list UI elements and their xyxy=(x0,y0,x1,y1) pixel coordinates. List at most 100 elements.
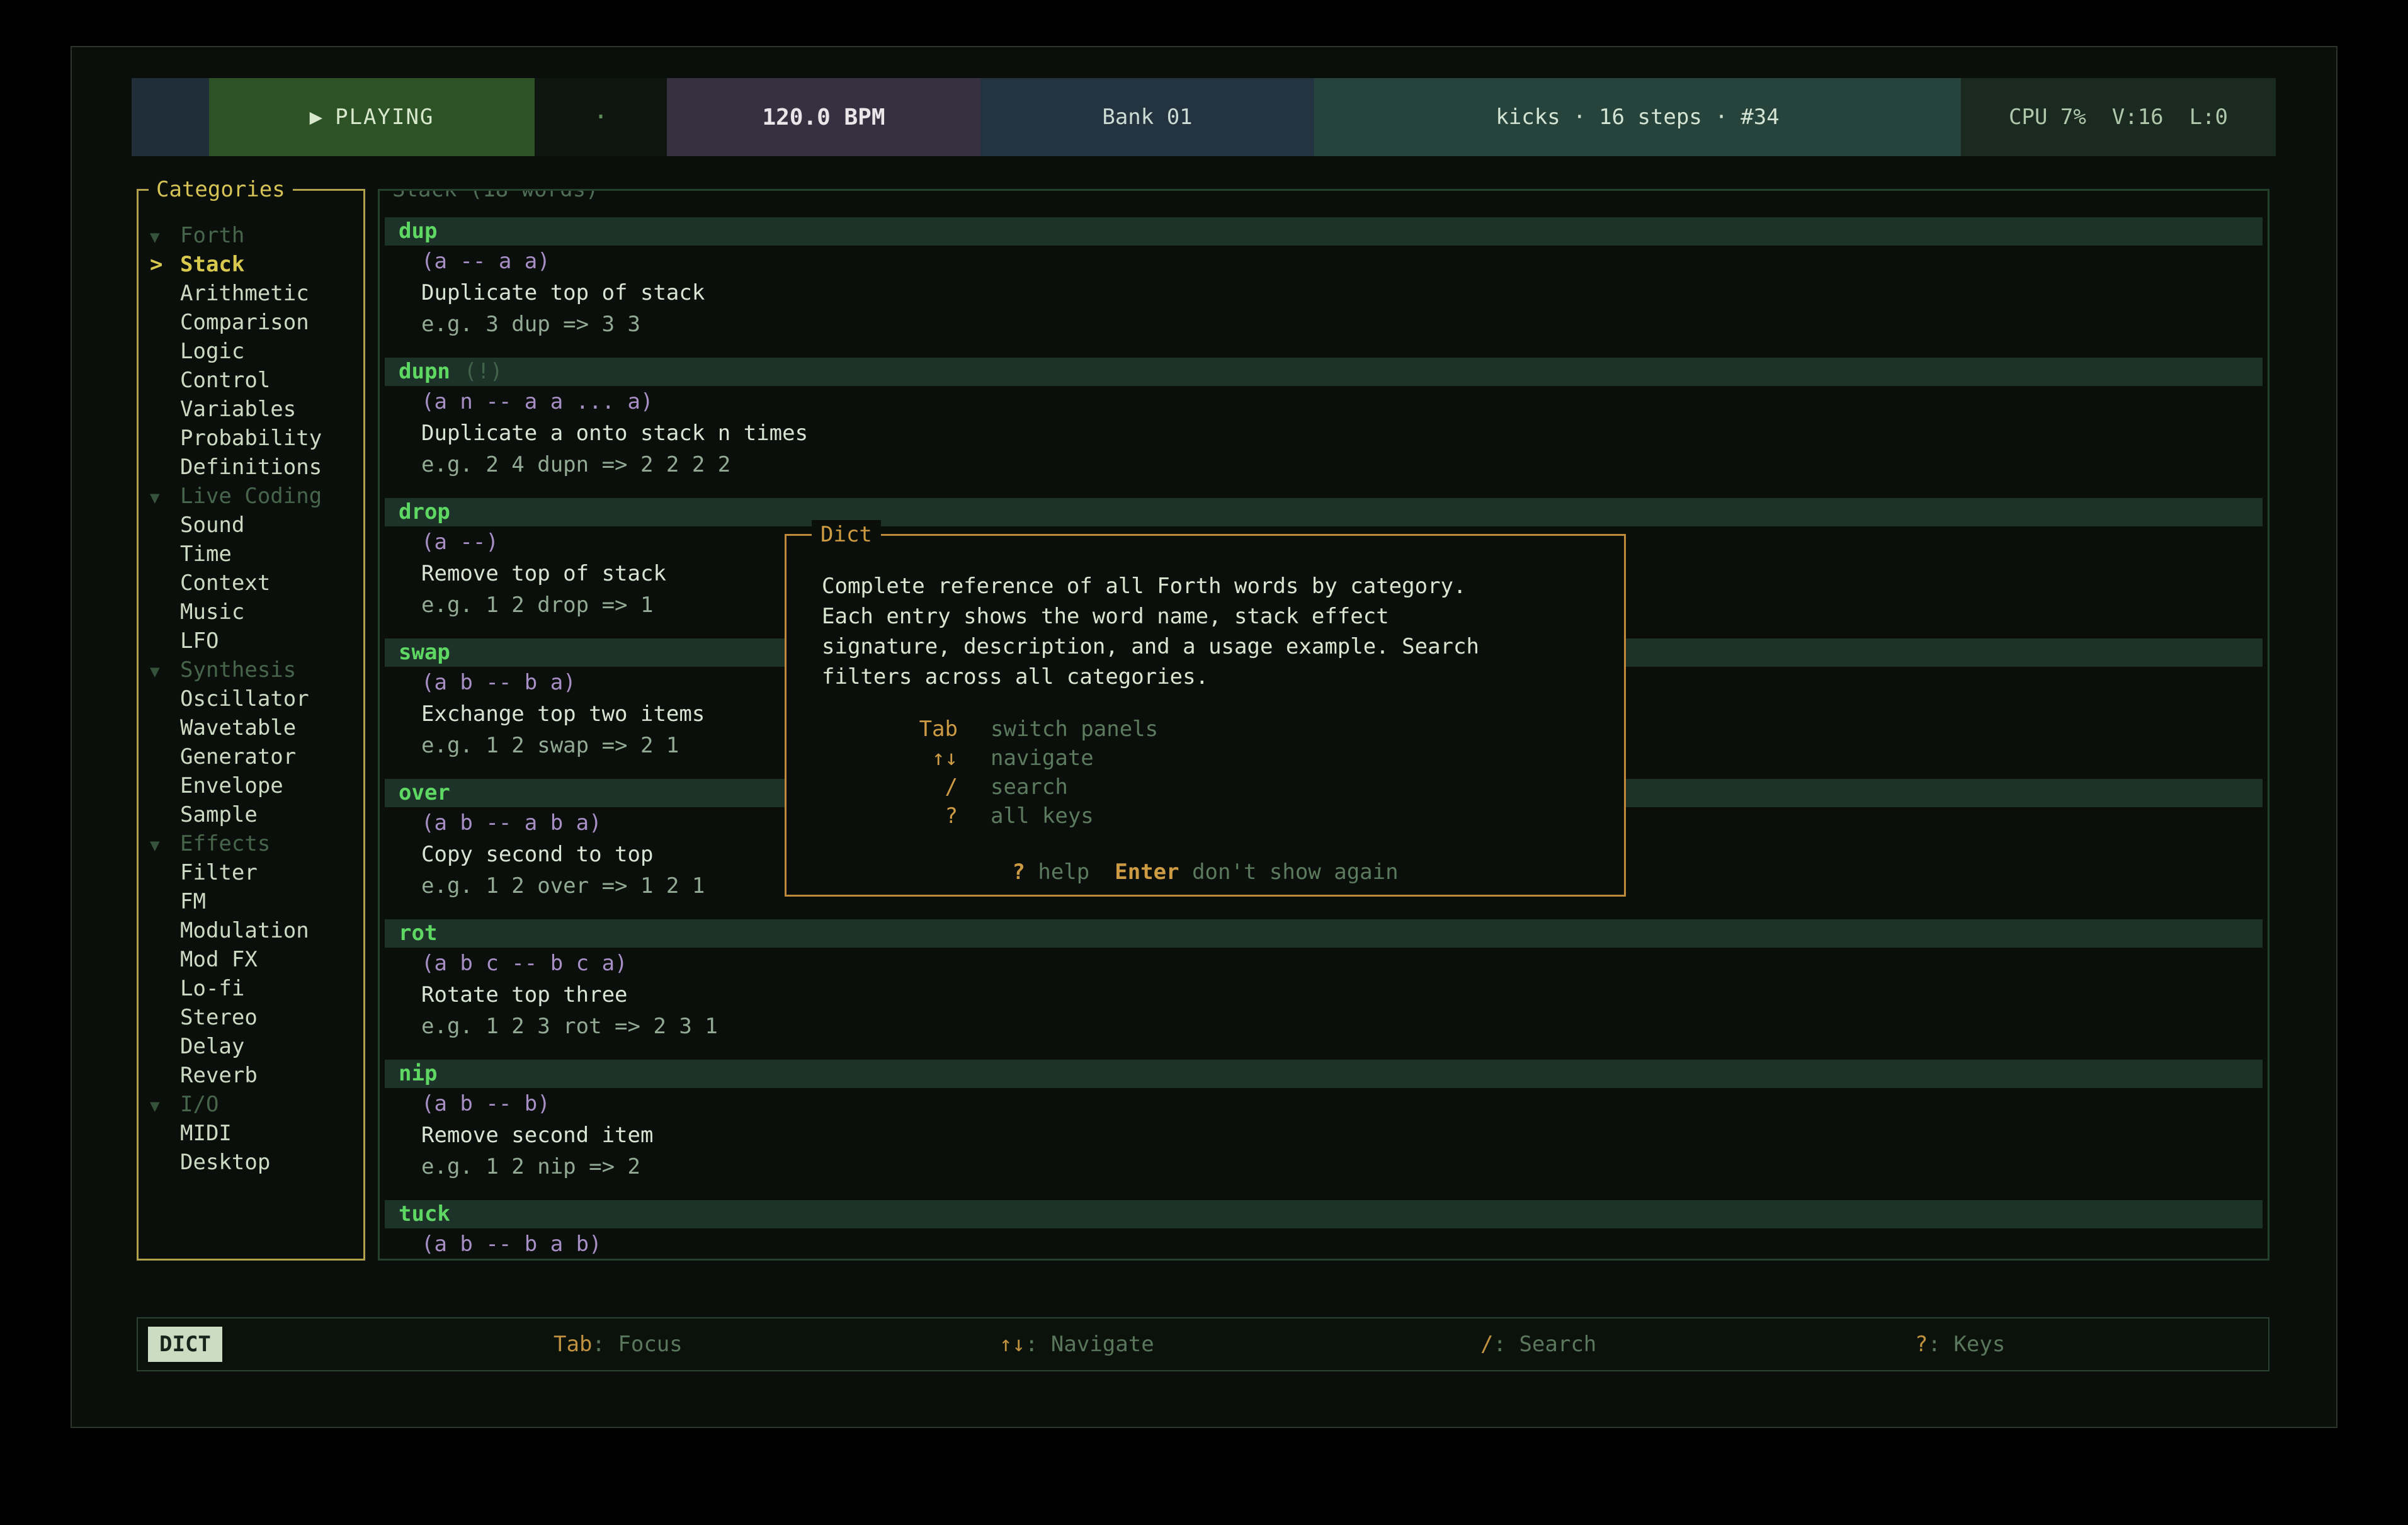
hint-separator: : xyxy=(1928,1332,1953,1357)
play-icon: ▶ xyxy=(310,105,324,130)
sidebar-item-label: Sound xyxy=(180,513,244,538)
sidebar-item-lfo[interactable]: LFO xyxy=(139,626,363,655)
sidebar-item-delay[interactable]: Delay xyxy=(139,1032,363,1061)
hint-label: Keys xyxy=(1953,1332,2005,1357)
word-entry-header[interactable]: drop xyxy=(385,498,2263,526)
collapse-triangle-icon: ▼ xyxy=(150,484,180,513)
footer-hint-label: help xyxy=(1025,859,1089,885)
dict-modal-text-line: filters across all categories. xyxy=(822,662,1599,692)
sidebar-item-logic[interactable]: Logic xyxy=(139,337,363,366)
sidebar-item-forth[interactable]: ▼Forth xyxy=(139,221,363,250)
sidebar-item-desktop[interactable]: Desktop xyxy=(139,1148,363,1177)
word-signature: (a b -- b) xyxy=(421,1088,2263,1120)
word-signature: (a -- a a) xyxy=(421,246,2263,277)
sidebar-item-probability[interactable]: Probability xyxy=(139,424,363,453)
sidebar-item-envelope[interactable]: Envelope xyxy=(139,771,363,800)
word-entry-header[interactable]: tuck xyxy=(385,1200,2263,1228)
hint-key: Tab xyxy=(554,1332,592,1357)
footer-hint-key: Enter xyxy=(1115,859,1179,885)
sidebar-item-label: Probability xyxy=(180,426,322,451)
sidebar-item-sample[interactable]: Sample xyxy=(139,800,363,829)
selection-arrow-icon: > xyxy=(150,250,180,279)
word-example: e.g. 2 4 dupn => 2 2 2 2 xyxy=(421,449,2263,480)
word-example: e.g. 1 2 3 rot => 2 3 1 xyxy=(421,1011,2263,1042)
sidebar-item-filter[interactable]: Filter xyxy=(139,858,363,887)
sidebar-item-live-coding[interactable]: ▼Live Coding xyxy=(139,482,363,511)
sidebar-item-synthesis[interactable]: ▼Synthesis xyxy=(139,655,363,684)
pulse-dot-icon: · xyxy=(593,103,608,132)
sidebar-item-reverb[interactable]: Reverb xyxy=(139,1061,363,1090)
dict-modal-footer: ? helpEnter don't show again xyxy=(787,859,1624,885)
sidebar-item-label: Comparison xyxy=(180,310,309,335)
beat-pulse-indicator: · xyxy=(535,78,667,156)
transport-label: PLAYING xyxy=(335,105,434,130)
sidebar-item-context[interactable]: Context xyxy=(139,569,363,598)
sidebar-item-modulation[interactable]: Modulation xyxy=(139,916,363,945)
word-description: Remove second item xyxy=(421,1120,2263,1151)
sidebar-item-label: Context xyxy=(180,570,270,596)
sidebar-item-label: MIDI xyxy=(180,1121,232,1146)
bank-display[interactable]: Bank 01 xyxy=(980,78,1314,156)
category-list: ▼Forth>StackArithmeticComparisonLogicCon… xyxy=(139,191,363,1177)
sidebar-item-time[interactable]: Time xyxy=(139,540,363,569)
keybinding-row-navigate: ↑↓navigate xyxy=(822,744,1599,773)
app-window: ▶ PLAYING · 120.0 BPM Bank 01 kicks · 16 … xyxy=(71,46,2337,1428)
sidebar-item-generator[interactable]: Generator xyxy=(139,742,363,771)
dict-modal-text-line: Each entry shows the word name, stack ef… xyxy=(822,601,1599,632)
collapse-triangle-icon: ▼ xyxy=(150,831,180,860)
sidebar-item-label: Sample xyxy=(180,802,258,827)
keybinding-action: navigate xyxy=(991,745,1094,771)
sidebar-item-control[interactable]: Control xyxy=(139,366,363,395)
word-entry-header[interactable]: rot xyxy=(385,919,2263,948)
word-example: e.g. 3 dup => 3 3 xyxy=(421,309,2263,340)
word-entry-header[interactable]: dup xyxy=(385,217,2263,246)
sidebar-item-midi[interactable]: MIDI xyxy=(139,1119,363,1148)
topbar-spacer xyxy=(132,78,209,156)
word-name: over xyxy=(399,780,450,805)
sidebar-item-variables[interactable]: Variables xyxy=(139,395,363,424)
transport-bar: ▶ PLAYING · 120.0 BPM Bank 01 kicks · 16 … xyxy=(132,78,2276,156)
footer-hint-key: ? xyxy=(1012,859,1025,885)
sidebar-item-effects[interactable]: ▼Effects xyxy=(139,829,363,858)
word-example: e.g. 1 2 nip => 2 xyxy=(421,1151,2263,1182)
dict-modal-body: Complete reference of all Forth words by… xyxy=(787,536,1624,831)
sidebar-item-arithmetic[interactable]: Arithmetic xyxy=(139,279,363,308)
sidebar-item-label: Definitions xyxy=(180,455,322,480)
sidebar-item-stack[interactable]: >Stack xyxy=(139,250,363,279)
sidebar-item-label: Filter xyxy=(180,860,258,885)
word-entry-header[interactable]: nip xyxy=(385,1060,2263,1088)
sidebar-item-wavetable[interactable]: Wavetable xyxy=(139,713,363,742)
sidebar-item-stereo[interactable]: Stereo xyxy=(139,1003,363,1032)
transport-status[interactable]: ▶ PLAYING xyxy=(209,78,535,156)
status-bar: DICT Tab: Focus↑↓: Navigate/: Search?: K… xyxy=(137,1317,2269,1371)
sidebar-item-definitions[interactable]: Definitions xyxy=(139,453,363,482)
collapse-triangle-icon: ▼ xyxy=(150,223,180,252)
sidebar-item-oscillator[interactable]: Oscillator xyxy=(139,684,363,713)
sidebar-item-i-o[interactable]: ▼I/O xyxy=(139,1090,363,1119)
keybinding-key: ? xyxy=(822,802,958,831)
word-entry-header[interactable]: dupn(!) xyxy=(385,358,2263,386)
word-signature: (a b c -- b c a) xyxy=(421,948,2263,979)
hint-key: / xyxy=(1480,1332,1493,1357)
sidebar-item-mod-fx[interactable]: Mod FX xyxy=(139,945,363,974)
categories-panel-title: Categories xyxy=(149,175,293,204)
word-name: dup xyxy=(399,218,437,244)
word-name: nip xyxy=(399,1061,437,1086)
word-description: Duplicate top of stack xyxy=(421,277,2263,309)
track-info-display: kicks · 16 steps · #34 xyxy=(1314,78,1961,156)
hint-label: Navigate xyxy=(1051,1332,1154,1357)
bpm-display[interactable]: 120.0 BPM xyxy=(667,78,980,156)
sidebar-item-label: Oscillator xyxy=(180,686,309,711)
sidebar-item-lo-fi[interactable]: Lo-fi xyxy=(139,974,363,1003)
hint-separator: : xyxy=(592,1332,618,1357)
sidebar-item-comparison[interactable]: Comparison xyxy=(139,308,363,337)
keybinding-key: / xyxy=(822,773,958,802)
sidebar-item-music[interactable]: Music xyxy=(139,598,363,626)
sidebar-item-label: Reverb xyxy=(180,1063,258,1088)
sidebar-item-label: Wavetable xyxy=(180,715,296,740)
keybinding-action: all keys xyxy=(991,803,1094,829)
sidebar-item-label: Delay xyxy=(180,1034,244,1059)
system-stats: CPU 7% V:16 L:0 xyxy=(1961,78,2276,156)
sidebar-item-fm[interactable]: FM xyxy=(139,887,363,916)
sidebar-item-sound[interactable]: Sound xyxy=(139,511,363,540)
